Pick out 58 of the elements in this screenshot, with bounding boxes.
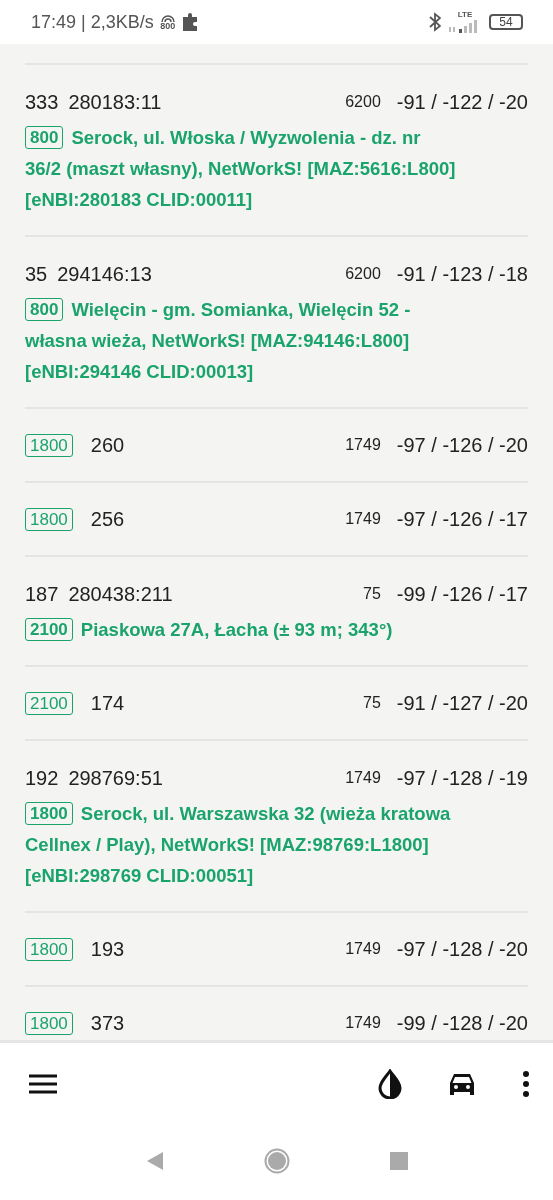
earfcn: 1749 [345,436,381,454]
menu-button[interactable] [28,1073,58,1095]
status-time-speed: 17:49 | 2,3KB/s [31,11,154,33]
cell-id: 280183:11 [68,90,162,115]
band-badge: 1800 [25,433,73,457]
band-badge: 2100 [25,691,73,715]
pci: 333 [25,90,59,115]
cell-location: Serock, ul. Włoska / Wyzwolenia - dz. nr [71,127,421,148]
contrast-drop-button[interactable] [377,1069,403,1099]
battery-indicator: 54 [489,14,523,30]
cell-location: Wielęcin - gm. Somianka, Wielęcin 52 - [71,299,411,320]
band-badge: 800 [25,298,64,321]
cell-location: 36/2 (maszt własny), NetWorkS! [MAZ:5616:L800] [eNBI:280183 CLID:00011] [25,157,456,212]
earfcn: 1749 [345,1014,381,1032]
signal-reading: -91 / -123 / -18 [396,262,528,286]
pci: 187 [25,582,59,607]
pci: 260 [90,433,125,458]
pci: 174 [90,691,125,716]
signal-reading: -97 / -128 / -19 [396,766,528,790]
signal-reading: -99 / -128 / -20 [396,1011,528,1035]
signal-reading: -97 / -126 / -17 [396,507,528,531]
earfcn: 1749 [345,510,381,528]
band-badge: 2100 [25,618,73,641]
cell-location: Cellnex / Play), NetWorkS! [MAZ:98769:L1800] [eNBI:298769 CLID:00051] [25,833,429,888]
earfcn: 1749 [345,769,381,787]
earfcn: 75 [363,585,381,603]
band-badge: 1800 [25,1011,73,1035]
cell-location: Serock, ul. Warszawska 32 (wieża kratowa [80,803,451,824]
signal-reading: -91 / -122 / -20 [396,90,528,114]
more-options-button[interactable] [521,1070,531,1098]
pci: 256 [90,507,125,532]
signal-reading: -99 / -126 / -17 [396,582,528,606]
cell-id: 298769:51 [68,766,163,791]
pci: 193 [90,937,125,962]
cell-id: 280438:211 [68,582,173,607]
puzzle-icon [181,12,200,32]
earfcn: 1749 [345,940,381,958]
earfcn: 75 [363,694,381,712]
band-badge: 1800 [25,507,73,531]
band-badge: 1800 [25,937,73,961]
band-badge: 800 [25,126,64,149]
signal-reading: -97 / -128 / -20 [396,937,528,961]
earfcn: 6200 [345,265,381,283]
pci: 373 [90,1011,125,1036]
hotspot-label: 800 [160,21,176,31]
pci: 192 [25,766,59,791]
signal-reading: -91 / -127 / -20 [396,691,528,715]
cell-location: Piaskowa 27A, Łacha (± 93 m; 343°) [80,619,393,640]
earfcn: 6200 [345,93,381,111]
pci: 35 [25,262,48,287]
cell-id: 294146:13 [57,262,152,287]
cell-location: własna wieża, NetWorkS! [MAZ:94146:L800] [eNBI:294146 CLID:00013] [25,329,410,384]
car-button[interactable] [447,1071,477,1097]
bluetooth-icon [429,12,441,32]
signal-reading: -97 / -126 / -20 [396,433,528,457]
network-type: LTE [457,11,473,19]
band-badge: 1800 [25,802,73,825]
hotspot-icon [159,13,176,22]
